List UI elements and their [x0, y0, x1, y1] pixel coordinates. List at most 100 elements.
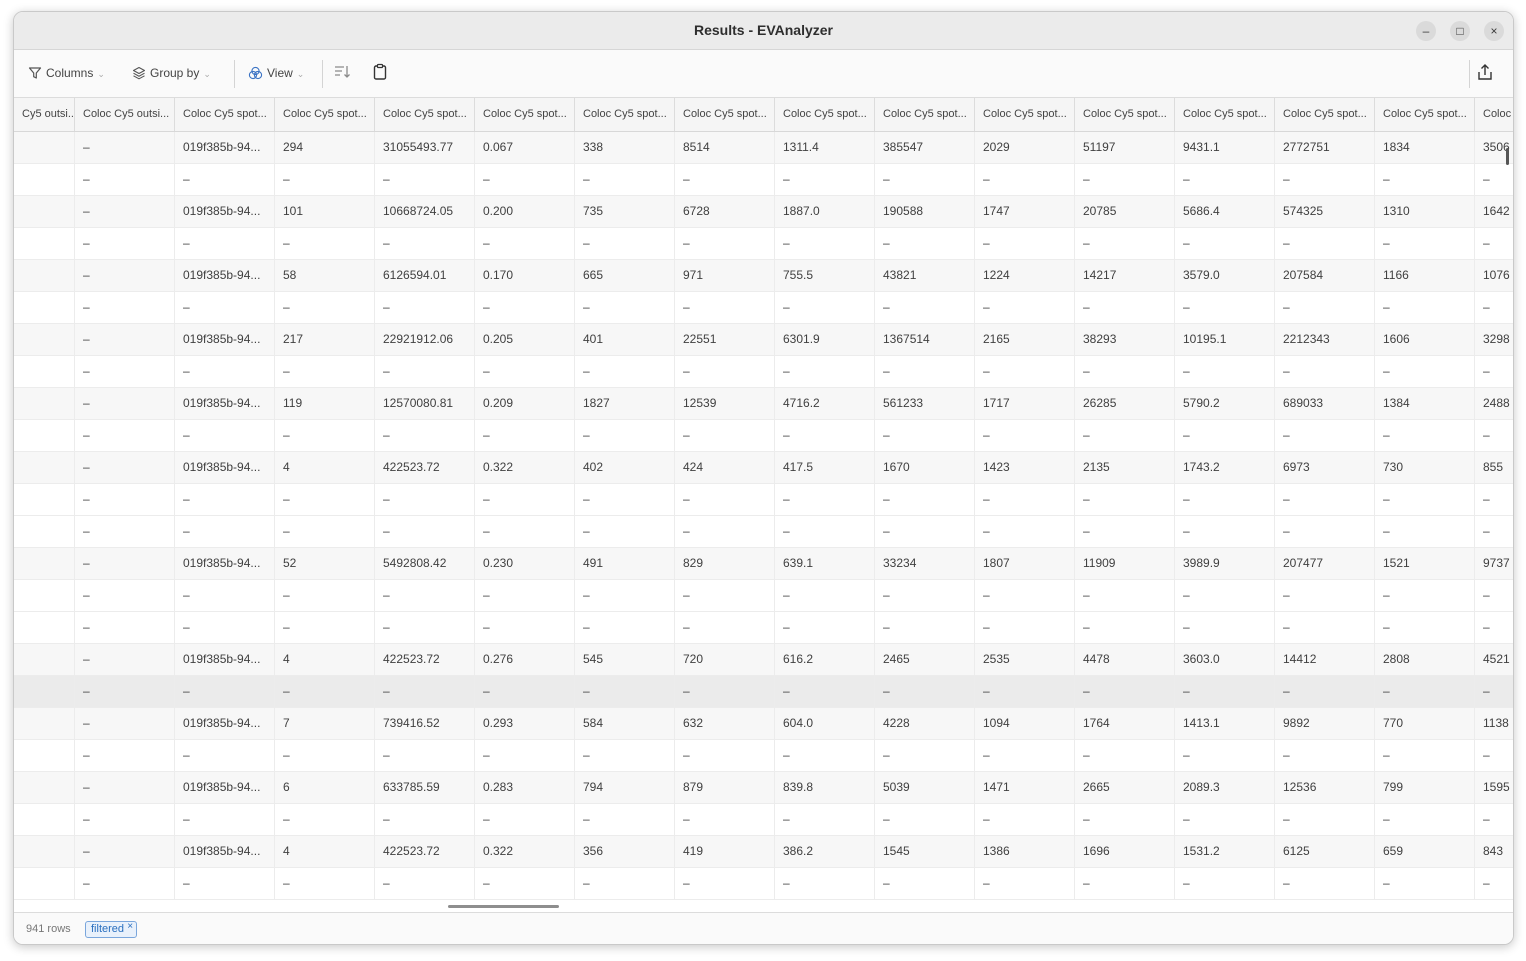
table-cell: 12536: [1275, 772, 1375, 803]
table-cell: –: [1175, 516, 1275, 547]
horizontal-scrollbar[interactable]: [448, 905, 559, 908]
table-cell: 720: [675, 644, 775, 675]
table-cell: –: [175, 228, 275, 259]
close-button[interactable]: ×: [1484, 21, 1504, 41]
table-cell: 6125: [1275, 836, 1375, 867]
table-cell: –: [575, 740, 675, 771]
view-button[interactable]: View ⌄: [248, 62, 304, 84]
table-cell: –: [1475, 740, 1513, 771]
table-row[interactable]: – – – – – – – – – – – – – – –: [14, 516, 1513, 548]
table-cell: 665: [575, 260, 675, 291]
table-cell: 019f385b-94...: [175, 324, 275, 355]
table-row[interactable]: –019f385b-94... 101 10668724.05 0.200 735 672…: [14, 196, 1513, 228]
table-row[interactable]: – – – – – – – – – – – – – – –: [14, 676, 1513, 708]
table-row[interactable]: – – – – – – – – – – – – – – –: [14, 228, 1513, 260]
table-cell: –: [675, 356, 775, 387]
vertical-scrollbar[interactable]: [1506, 148, 1509, 165]
table-cell: 422523.72: [375, 644, 475, 675]
table-cell: –: [975, 420, 1075, 451]
column-header[interactable]: Coloc Cy5 spot...: [675, 98, 775, 131]
column-header[interactable]: Coloc Cy5 spot...: [475, 98, 575, 131]
table-row[interactable]: –019f385b-94... 4 422523.72 0.322 402 424 417.…: [14, 452, 1513, 484]
column-header[interactable]: Coloc Cy5 spot...: [1275, 98, 1375, 131]
maximize-button[interactable]: □: [1450, 21, 1470, 41]
column-header[interactable]: Coloc Cy5 spot...: [575, 98, 675, 131]
table-row[interactable]: –019f385b-94... 6 633785.59 0.283 794 879 839.…: [14, 772, 1513, 804]
table-row[interactable]: – – – – – – – – – – – – – – –: [14, 612, 1513, 644]
minimize-button[interactable]: –: [1416, 21, 1436, 41]
table-cell: –: [875, 516, 975, 547]
column-header[interactable]: Coloc Cy5 spot...: [175, 98, 275, 131]
table-row[interactable]: –019f385b-94... 4 422523.72 0.322 356 419 386.…: [14, 836, 1513, 868]
table-cell: –: [1275, 164, 1375, 195]
table-cell: –: [475, 420, 575, 451]
table-cell: 207584: [1275, 260, 1375, 291]
table-row[interactable]: – – – – – – – – – – – – – – –: [14, 804, 1513, 836]
filter-badge[interactable]: filtered ×: [85, 919, 138, 938]
table-cell: 561233: [875, 388, 975, 419]
export-button[interactable]: [1476, 63, 1496, 83]
table-cell: 1670: [875, 452, 975, 483]
table-cell: –: [175, 612, 275, 643]
table-row[interactable]: –019f385b-94... 217 22921912.06 0.205 401 225…: [14, 324, 1513, 356]
table-row[interactable]: –019f385b-94... 4 422523.72 0.276 545 720 616.…: [14, 644, 1513, 676]
table-cell: [14, 580, 75, 611]
column-header[interactable]: Cy5 outsi...: [14, 98, 75, 131]
table-cell: –: [975, 484, 1075, 515]
close-icon[interactable]: ×: [127, 919, 133, 934]
table-cell: 019f385b-94...: [175, 260, 275, 291]
column-header[interactable]: Coloc Cy5 outsi...: [75, 98, 175, 131]
column-header[interactable]: Coloc Cy5 spot...: [875, 98, 975, 131]
column-header[interactable]: Coloc: [1475, 98, 1513, 131]
column-header[interactable]: Coloc Cy5 spot...: [275, 98, 375, 131]
table-cell: –: [75, 484, 175, 515]
table-row[interactable]: – – – – – – – – – – – – – – –: [14, 420, 1513, 452]
column-header[interactable]: Coloc Cy5 spot...: [1175, 98, 1275, 131]
table-row[interactable]: –019f385b-94... 119 12570080.81 0.209 1827 12…: [14, 388, 1513, 420]
venn-icon: [248, 66, 263, 79]
table-cell: 0.067: [475, 132, 575, 163]
table-cell: 0.276: [475, 644, 575, 675]
table-cell: –: [575, 484, 675, 515]
table-cell: –: [675, 420, 775, 451]
table-row[interactable]: –019f385b-94... 7 739416.52 0.293 584 632 604.…: [14, 708, 1513, 740]
table-cell: 0.322: [475, 452, 575, 483]
table-cell: –: [375, 292, 475, 323]
table-row[interactable]: –019f385b-94... 52 5492808.42 0.230 491 829 63…: [14, 548, 1513, 580]
table-row[interactable]: – – – – – – – – – – – – – – –: [14, 164, 1513, 196]
table-row[interactable]: – – – – – – – – – – – – – – –: [14, 484, 1513, 516]
table-cell: [14, 324, 75, 355]
table-cell: –: [375, 420, 475, 451]
table-cell: –: [75, 548, 175, 579]
table-cell: 1696: [1075, 836, 1175, 867]
table-row[interactable]: – – – – – – – – – – – – – – –: [14, 740, 1513, 772]
table-row[interactable]: –019f385b-94... 294 31055493.77 0.067 338 851…: [14, 132, 1513, 164]
column-header[interactable]: Coloc Cy5 spot...: [975, 98, 1075, 131]
copy-to-clipboard-button[interactable]: [371, 63, 391, 83]
title-bar[interactable]: Results - EVAnalyzer – □ ×: [14, 12, 1513, 50]
column-header[interactable]: Coloc Cy5 spot...: [1375, 98, 1475, 131]
columns-button[interactable]: Columns ⌄: [28, 62, 105, 84]
table-row[interactable]: – – – – – – – – – – – – – – –: [14, 868, 1513, 900]
table-cell: –: [175, 676, 275, 707]
table-cell: –: [775, 484, 875, 515]
column-header[interactable]: Coloc Cy5 spot...: [375, 98, 475, 131]
table-cell: –: [1475, 580, 1513, 611]
table-cell: –: [1175, 164, 1275, 195]
group-by-button[interactable]: Group by ⌄: [132, 62, 211, 84]
column-header[interactable]: Coloc Cy5 spot...: [1075, 98, 1175, 131]
sort-button[interactable]: [333, 63, 353, 83]
table-row[interactable]: – – – – – – – – – – – – – – –: [14, 580, 1513, 612]
table-cell: 1834: [1375, 132, 1475, 163]
view-label: View: [267, 66, 293, 80]
column-header[interactable]: Coloc Cy5 spot...: [775, 98, 875, 131]
table-row[interactable]: – – – – – – – – – – – – – – –: [14, 292, 1513, 324]
table-cell: 6126594.01: [375, 260, 475, 291]
table-cell: –: [575, 420, 675, 451]
table-cell: 1138: [1475, 708, 1513, 739]
table-cell: –: [375, 484, 475, 515]
table-row[interactable]: – – – – – – – – – – – – – – –: [14, 356, 1513, 388]
table-cell: 4: [275, 836, 375, 867]
table-row[interactable]: –019f385b-94... 58 6126594.01 0.170 665 971 75…: [14, 260, 1513, 292]
table-cell: [14, 548, 75, 579]
